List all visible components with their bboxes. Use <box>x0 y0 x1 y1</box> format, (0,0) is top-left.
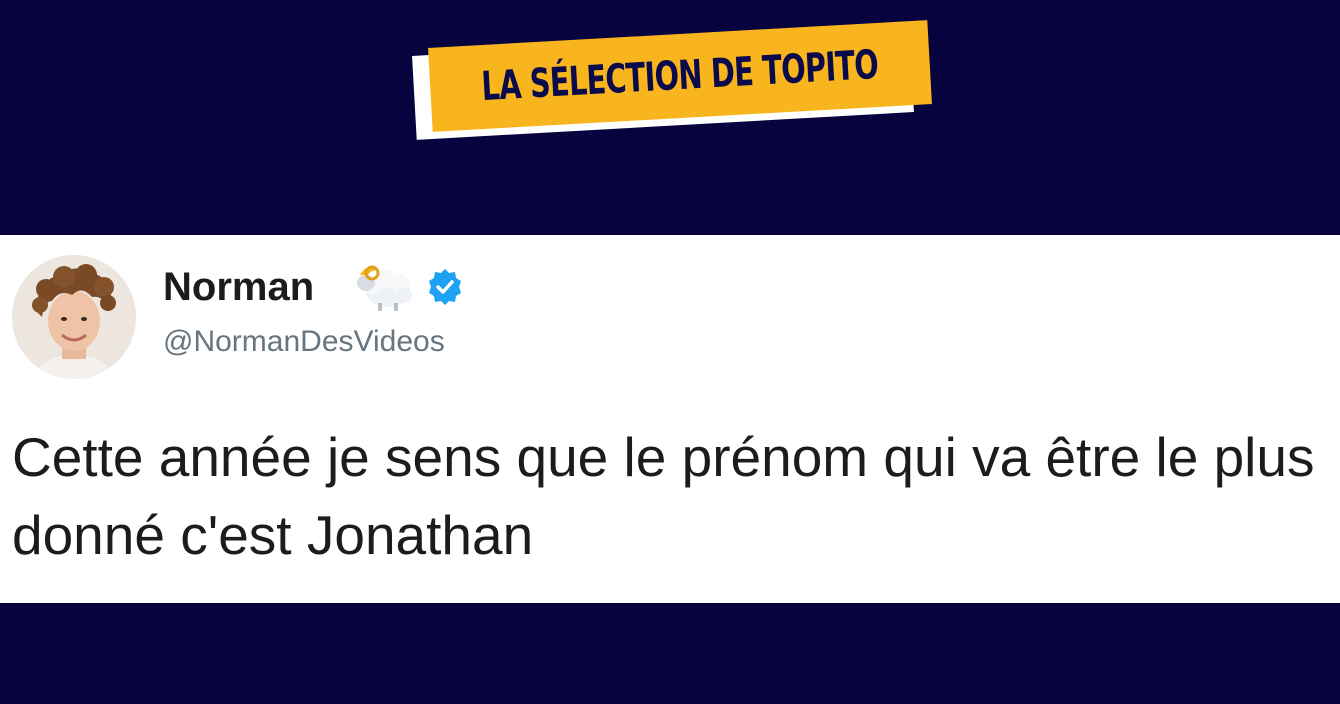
page: LA SÉLECTION DE TOPITO Norman @NormanDes… <box>0 0 1340 704</box>
avatar[interactable] <box>12 255 136 379</box>
tweet-text: Cette année je sens que le prénom qui va… <box>12 426 1315 566</box>
avatar-image <box>12 255 136 379</box>
topito-banner: LA SÉLECTION DE TOPITO <box>412 20 932 142</box>
ram-icon <box>352 261 416 313</box>
user-handle[interactable]: @NormanDesVideos <box>163 325 445 359</box>
display-name[interactable]: Norman <box>163 265 314 310</box>
verified-badge-icon <box>425 267 465 307</box>
tweet-card: Norman @NormanDesVideos Cette année je s… <box>0 235 1340 603</box>
banner-title: LA SÉLECTION DE TOPITO <box>480 41 880 111</box>
